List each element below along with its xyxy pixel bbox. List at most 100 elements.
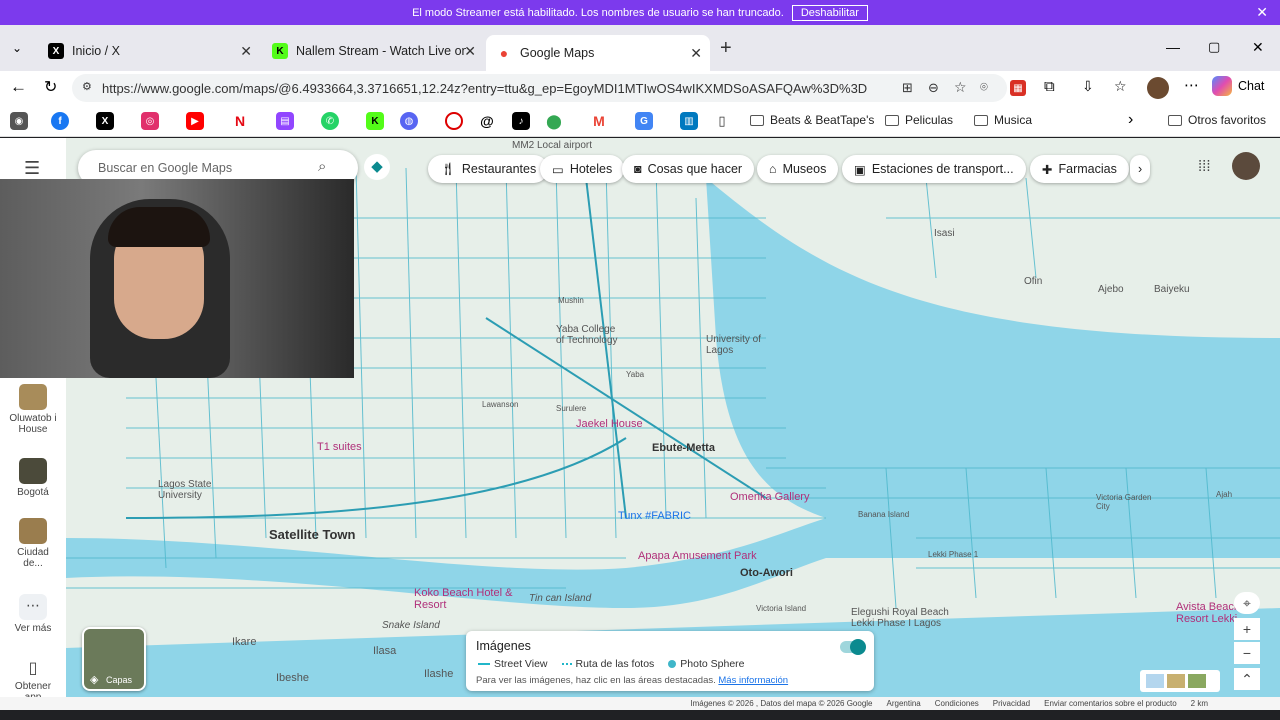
- chat-bubble-icon[interactable]: [445, 112, 463, 130]
- legend-photo-sphere: Photo Sphere: [668, 658, 745, 670]
- translate-icon[interactable]: G: [635, 112, 653, 130]
- webcam-hair: [108, 207, 210, 247]
- facebook-icon[interactable]: f: [51, 112, 69, 130]
- gmail-icon[interactable]: M: [590, 112, 608, 130]
- layers-button[interactable]: ◈ Capas: [82, 627, 146, 691]
- chevron-right-icon[interactable]: ›: [1128, 111, 1133, 129]
- window-close-icon[interactable]: ✕: [1252, 39, 1264, 56]
- close-tab-icon[interactable]: ✕: [464, 43, 476, 60]
- location-icon[interactable]: ⌾: [980, 79, 988, 95]
- x-icon[interactable]: X: [96, 112, 114, 130]
- more-menu-icon[interactable]: ⋯: [1184, 76, 1199, 94]
- close-tab-icon[interactable]: ✕: [690, 45, 702, 62]
- downloads-icon[interactable]: ⇩: [1082, 78, 1094, 95]
- footer-terms[interactable]: Condiciones: [935, 699, 979, 708]
- place-thumbnail: [19, 384, 47, 410]
- extension-calendar-icon[interactable]: ▦: [1010, 80, 1026, 96]
- images-toggle[interactable]: [840, 639, 866, 655]
- legend-label: Ruta de las fotos: [575, 658, 655, 670]
- threads-icon[interactable]: @: [478, 112, 496, 130]
- maximize-icon[interactable]: ▢: [1208, 39, 1220, 55]
- minimize-icon[interactable]: —: [1166, 39, 1180, 55]
- extensions-icon[interactable]: ⧉: [1044, 78, 1055, 95]
- chip-museums[interactable]: ⌂ Museos: [757, 155, 839, 183]
- copilot-chat-button[interactable]: Chat: [1212, 76, 1264, 96]
- map-label-lawanson: Lawanson: [482, 400, 519, 409]
- instagram-icon[interactable]: ◎: [141, 112, 159, 130]
- tab-google-maps[interactable]: ● Google Maps ✕: [486, 35, 710, 71]
- close-banner-icon[interactable]: ✕: [1256, 4, 1268, 21]
- my-location-button[interactable]: ⌖: [1234, 592, 1260, 614]
- reload-icon[interactable]: ↻: [44, 77, 57, 97]
- camera-icon: ◙: [634, 162, 642, 176]
- favorites-icon[interactable]: ☆: [1114, 78, 1127, 95]
- bookmark-folder-beats[interactable]: Beats & BeatTape's: [750, 113, 874, 127]
- disable-streamer-button[interactable]: Deshabilitar: [791, 4, 868, 21]
- directions-icon[interactable]: ◆: [364, 154, 390, 180]
- zoom-out-button[interactable]: −: [1234, 642, 1260, 664]
- chips-next-button[interactable]: ›: [1130, 155, 1151, 183]
- tab-kick[interactable]: K Nallem Stream - Watch Live on Kic ✕: [262, 35, 484, 67]
- map-label-apapa-park[interactable]: Apapa Amusement Park: [638, 550, 757, 562]
- map-label-t1-suites[interactable]: T1 suites: [317, 441, 362, 453]
- twitch-icon[interactable]: ▤: [276, 112, 294, 130]
- chip-transit[interactable]: ▣ Estaciones de transport...: [842, 155, 1026, 183]
- chip-pharmacies[interactable]: ✚ Farmacias: [1030, 155, 1129, 183]
- new-tab-icon[interactable]: +: [720, 37, 732, 60]
- rail-item-ciudad[interactable]: Ciudad de...: [0, 518, 66, 569]
- site-info-icon[interactable]: ⚙: [82, 80, 92, 93]
- chip-restaurants[interactable]: 🍴︎ Restaurantes: [428, 155, 549, 183]
- netflix-icon[interactable]: N: [231, 112, 249, 130]
- rail-item-oluwatobi-house[interactable]: Oluwatob i House: [0, 384, 66, 435]
- zoom-icon[interactable]: ⊖: [928, 80, 939, 96]
- footer-region[interactable]: Argentina: [887, 699, 921, 708]
- install-app-icon[interactable]: ⊞: [902, 80, 913, 96]
- kick-icon[interactable]: K: [366, 112, 384, 130]
- address-bar[interactable]: ⚙ https://www.google.com/maps/@6.4933664…: [72, 74, 1007, 102]
- bookmark-star-icon[interactable]: ☆: [954, 79, 967, 96]
- kick-icon: K: [272, 43, 288, 59]
- folder-label: Beats & BeatTape's: [770, 113, 875, 127]
- whatsapp-icon[interactable]: ✆: [321, 112, 339, 130]
- youtube-icon[interactable]: ▶: [186, 112, 204, 130]
- tab-list-icon[interactable]: ⌄: [12, 41, 22, 55]
- other-favorites-folder[interactable]: Otros favoritos: [1168, 113, 1266, 127]
- apps-grid-icon[interactable]: ⁞⁞⁞: [1198, 158, 1211, 175]
- footer-scale[interactable]: 2 km: [1191, 699, 1208, 708]
- footer-privacy[interactable]: Privacidad: [993, 699, 1030, 708]
- discord-icon[interactable]: ◍: [400, 112, 418, 130]
- chip-things-to-do[interactable]: ◙ Cosas que hacer: [622, 155, 755, 183]
- tab-twitter[interactable]: X Inicio / X ✕: [38, 35, 260, 67]
- footer-feedback[interactable]: Enviar comentarios sobre el producto: [1044, 699, 1177, 708]
- search-icon[interactable]: ⌕: [318, 158, 326, 175]
- more-info-link[interactable]: Más información: [718, 675, 788, 686]
- bookmark-folder-musica[interactable]: Musica: [974, 113, 1032, 127]
- tiktok-icon[interactable]: ♪: [512, 112, 530, 130]
- account-avatar[interactable]: [1232, 152, 1260, 180]
- gamepad-icon[interactable]: ◉: [10, 112, 28, 130]
- menu-icon[interactable]: ☰: [24, 158, 40, 179]
- zoom-in-button[interactable]: +: [1234, 618, 1260, 640]
- museum-icon: ⌂: [769, 162, 777, 176]
- layer-thumbnails[interactable]: [1140, 670, 1220, 692]
- trello-icon[interactable]: ▥: [680, 112, 698, 130]
- expand-layers-icon[interactable]: ⌃: [1234, 668, 1260, 690]
- rail-label: Oluwatob i House: [9, 413, 57, 435]
- google-maps-icon[interactable]: ⬤: [545, 112, 563, 130]
- chip-hotels[interactable]: ▭ Hoteles: [540, 155, 625, 183]
- mobile-icon[interactable]: ▯: [713, 112, 731, 130]
- search-input[interactable]: Buscar en Google Maps: [98, 161, 232, 175]
- map-label-omenka-gallery[interactable]: Omenka Gallery: [730, 491, 809, 503]
- map-label-baiyeku: Baiyeku: [1154, 284, 1190, 295]
- back-icon[interactable]: ←: [10, 77, 27, 97]
- close-tab-icon[interactable]: ✕: [240, 43, 252, 60]
- rail-item-ver-mas[interactable]: ⋯ Ver más: [0, 594, 66, 634]
- map-label-tunx-fabric[interactable]: Tunx #FABRIC: [618, 510, 691, 522]
- bookmark-folder-peliculas[interactable]: Peliculas: [885, 113, 953, 127]
- rail-item-bogota[interactable]: Bogotá: [0, 458, 66, 498]
- map-label-koko-beach[interactable]: Koko Beach Hotel & Resort: [414, 587, 514, 611]
- avatar[interactable]: [1147, 77, 1169, 99]
- map-label-jaekel-house[interactable]: Jaekel House: [576, 418, 643, 430]
- map-label-elegushi[interactable]: Elegushi Royal Beach Lekki Phase I Lagos: [851, 607, 961, 629]
- map-label-ebute-metta: Ebute-Metta: [652, 442, 715, 454]
